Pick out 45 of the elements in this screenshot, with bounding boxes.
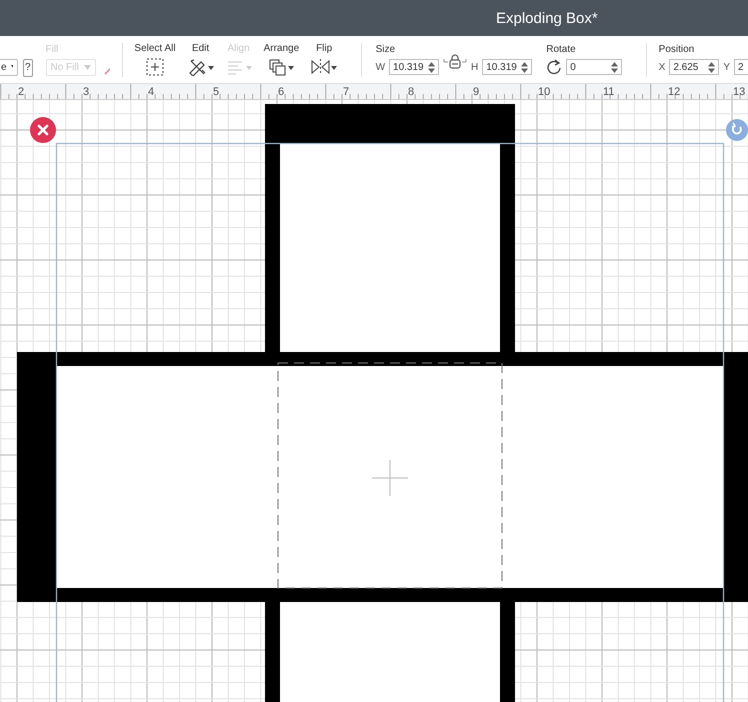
linetype-dropdown[interactable]: e: [0, 59, 18, 76]
crosshair-icon: [372, 460, 408, 496]
y-field[interactable]: 2: [734, 59, 748, 75]
pencil-ruler-icon: [188, 58, 214, 76]
caret-icon: [84, 64, 90, 70]
spinner-icon: [521, 62, 528, 72]
flip-icon: [311, 58, 338, 76]
toolbar-tool-button[interactable]: Arrange: [264, 43, 300, 76]
height-field[interactable]: 10.319: [482, 59, 532, 75]
rotate-field[interactable]: 0: [566, 59, 622, 75]
toolbar-tool-button[interactable]: Edit: [188, 43, 214, 76]
spinner-icon: [428, 62, 436, 72]
ruler-label: 2: [18, 86, 24, 98]
width-field[interactable]: 10.319: [389, 59, 440, 75]
select-all-icon: [146, 58, 164, 76]
x-field[interactable]: 2.625: [669, 59, 720, 75]
x-label: X: [658, 62, 666, 72]
ruler-label: 7: [343, 86, 350, 98]
y-label: Y: [723, 62, 730, 72]
size-label: Size: [376, 44, 396, 55]
help-button[interactable]: ?: [23, 58, 32, 76]
height-label: H: [471, 62, 478, 72]
window-title: Exploding Box*: [496, 10, 598, 26]
ruler-label: 9: [473, 86, 480, 98]
ruler-label: 11: [603, 86, 614, 98]
ruler-label: 6: [278, 86, 284, 98]
caret-icon: [10, 65, 13, 70]
width-label: W: [376, 62, 386, 72]
ruler-label: 4: [148, 86, 154, 98]
ruler-label: 13: [733, 86, 746, 98]
ruler-label: 12: [668, 86, 680, 98]
ruler-label: 8: [408, 86, 414, 98]
spinner-icon: [708, 62, 716, 72]
position-label: Position: [658, 44, 696, 55]
delete-icon[interactable]: [30, 117, 56, 143]
rotate-label: Rotate: [546, 44, 577, 55]
ruler-label: 10: [538, 86, 550, 98]
ruler-label: 3: [83, 86, 90, 98]
spinner-icon: [611, 62, 618, 72]
arrange-icon: [268, 58, 294, 76]
ruler-label: 5: [213, 86, 220, 98]
rotate-icon: [546, 59, 562, 75]
toolbar-tool-button[interactable]: Select All: [134, 43, 176, 76]
toolbar-tool-button[interactable]: Flip: [311, 43, 338, 76]
rotate-handle-icon[interactable]: [726, 119, 748, 141]
